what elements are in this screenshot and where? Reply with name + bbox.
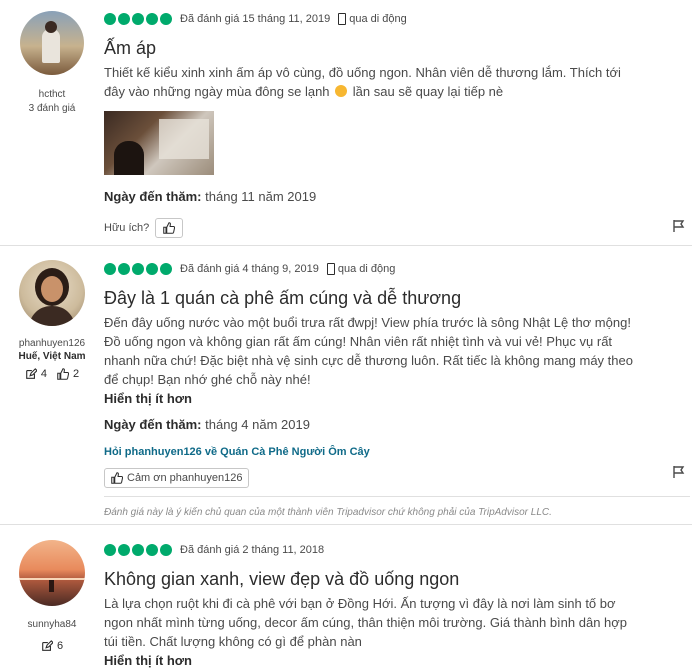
rating-bubble <box>132 544 144 556</box>
thank-reviewer-button[interactable]: Cảm ơn phanhuyen126 <box>104 468 250 488</box>
thumbs-up-icon <box>163 222 176 234</box>
via-label: qua di động <box>349 13 407 25</box>
review-body-line: Thiết kế kiểu xinh xinh ấm áp vô cùng, đ… <box>104 65 621 80</box>
review-title[interactable]: Đây là 1 quán cà phê ấm cúng và dễ thươn… <box>104 287 690 309</box>
review-meta: Đã đánh giá 15 tháng 11, 2019 qua di độn… <box>104 11 690 27</box>
username[interactable]: phanhuyen126 <box>0 338 104 349</box>
rating-bubbles <box>104 13 172 25</box>
avatar[interactable] <box>20 11 84 75</box>
helpful-row: Cảm ơn phanhuyen126 <box>104 468 690 488</box>
helpful-vote-count: 2 <box>73 368 80 380</box>
flag-icon[interactable] <box>672 219 686 233</box>
edit-icon <box>26 368 37 379</box>
smile-emoji-icon <box>335 85 348 97</box>
review-body-text: lần sau sẽ quay lại tiếp nè <box>352 84 504 99</box>
review-body-line: Đến đây uống nước vào một buổi trưa rất … <box>104 315 631 330</box>
review-body: Thiết kế kiểu xinh xinh ấm áp vô cùng, đ… <box>104 63 690 101</box>
reviewer-info: hcthct 3 đánh giá <box>0 11 104 114</box>
rating-bubble <box>146 13 158 25</box>
rating-bubble <box>118 263 130 275</box>
review-body: Đến đây uống nước vào một buổi trưa rất … <box>104 313 690 389</box>
review-body-line: túi tiền. Chất lượng không có gì để phàn… <box>104 634 362 649</box>
review-body: Là lựa chọn ruột khi đi cà phê với bạn ở… <box>104 594 690 651</box>
rated-date: Đã đánh giá 15 tháng 11, 2019 <box>180 13 331 25</box>
user-location: Huế, Việt Nam <box>18 351 86 362</box>
review-body-line: đây vào những ngày mùa đông se lạnh lần … <box>104 82 690 101</box>
visit-label: Ngày đến thăm: <box>104 189 202 204</box>
rating-bubbles <box>104 263 172 275</box>
section-divider <box>104 496 690 497</box>
visit-date: Ngày đến thăm: tháng 11 năm 2019 <box>104 189 690 204</box>
mobile-icon <box>326 263 335 275</box>
avatar[interactable] <box>19 260 85 326</box>
rating-bubbles <box>104 544 172 556</box>
rating-bubble <box>146 544 158 556</box>
contribution-count: 3 đánh giá <box>28 103 76 114</box>
review-body-text: đây vào những ngày mùa đông se lạnh <box>104 84 330 99</box>
via-label: qua di động <box>337 263 396 275</box>
thumbs-up-button[interactable] <box>155 218 184 238</box>
reviewer-info: phanhuyen126 Huế, Việt Nam 4 2 <box>0 260 104 380</box>
rating-bubble <box>104 544 116 556</box>
review-body-line: Là lựa chọn ruột khi đi cà phê với bạn ở… <box>104 596 616 611</box>
review-card: sunnyha84 6 Đã đánh giá 2 tháng 11, 2018… <box>0 525 700 669</box>
visit-value: tháng 11 năm 2019 <box>205 189 317 204</box>
review-meta: Đã đánh giá 4 tháng 9, 2019 qua di động <box>104 261 690 277</box>
review-content: Đã đánh giá 2 tháng 11, 2018 Không gian … <box>104 542 690 670</box>
review-body-line: để chụp! Bạn nhớ ghé chỗ này nhé! <box>104 372 311 387</box>
disclaimer: Đánh giá này là ý kiến chủ quan của một … <box>104 507 552 518</box>
review-card: phanhuyen126 Huế, Việt Nam 4 2 Đã đánh g… <box>0 246 700 524</box>
edit-icon <box>42 640 53 651</box>
rating-bubble <box>132 13 144 25</box>
reviewer-info: sunnyha84 6 <box>0 540 104 652</box>
review-body-line: nhanh nữa chứ! Đặc biệt nhà vệ sinh cực … <box>104 353 633 368</box>
review-content: Đã đánh giá 4 tháng 9, 2019 qua di động … <box>104 261 690 518</box>
rating-bubble <box>104 13 116 25</box>
review-content: Đã đánh giá 15 tháng 11, 2019 qua di độn… <box>104 11 690 238</box>
flag-icon[interactable] <box>672 465 686 479</box>
rating-bubble <box>160 263 172 275</box>
rating-bubble <box>160 544 172 556</box>
rating-bubble <box>146 263 158 275</box>
visit-date: Ngày đến thăm: tháng 4 năm 2019 <box>104 417 690 432</box>
review-body-line: ngon nhất mình từng uống, decor ấm cúng,… <box>104 615 628 630</box>
thank-reviewer-label: Cảm ơn phanhuyen126 <box>127 472 243 484</box>
rating-bubble <box>118 544 130 556</box>
ask-reviewer-link[interactable]: Hỏi phanhuyen126 về Quán Cà Phê Người Ôm… <box>104 446 690 458</box>
rated-date: Đã đánh giá 4 tháng 9, 2019 <box>180 263 319 275</box>
thumbs-up-icon <box>111 472 123 484</box>
review-photo[interactable] <box>104 111 214 175</box>
rating-bubble <box>160 13 172 25</box>
thumbs-up-icon <box>57 368 69 380</box>
rating-bubble <box>104 263 116 275</box>
mobile-icon <box>338 13 347 25</box>
username[interactable]: hcthct <box>0 89 104 100</box>
user-stats: 6 <box>0 640 104 652</box>
review-meta: Đã đánh giá 2 tháng 11, 2018 <box>104 542 690 558</box>
review-title[interactable]: Ấm áp <box>104 37 690 59</box>
review-count: 4 <box>40 368 47 380</box>
show-less-link[interactable]: Hiển thị ít hơn <box>104 389 690 408</box>
show-less-link[interactable]: Hiển thị ít hơn <box>104 651 690 670</box>
review-title[interactable]: Không gian xanh, view đẹp và đồ uống ngo… <box>104 568 690 590</box>
helpful-row: Hữu ích? <box>104 218 690 238</box>
avatar[interactable] <box>19 540 85 606</box>
visit-label: Ngày đến thăm: <box>104 417 202 432</box>
rating-bubble <box>118 13 130 25</box>
helpful-label: Hữu ích? <box>104 222 150 234</box>
visit-value: tháng 4 năm 2019 <box>205 417 310 432</box>
username[interactable]: sunnyha84 <box>0 619 104 630</box>
review-count: 6 <box>56 640 64 652</box>
review-card: hcthct 3 đánh giá Đã đánh giá 15 tháng 1… <box>0 0 700 245</box>
user-stats: 4 2 <box>0 368 104 380</box>
rated-date: Đã đánh giá 2 tháng 11, 2018 <box>180 544 325 556</box>
rating-bubble <box>132 263 144 275</box>
review-body-line: Đồ uống ngon và không gian rất ấm cúng! … <box>104 334 613 349</box>
